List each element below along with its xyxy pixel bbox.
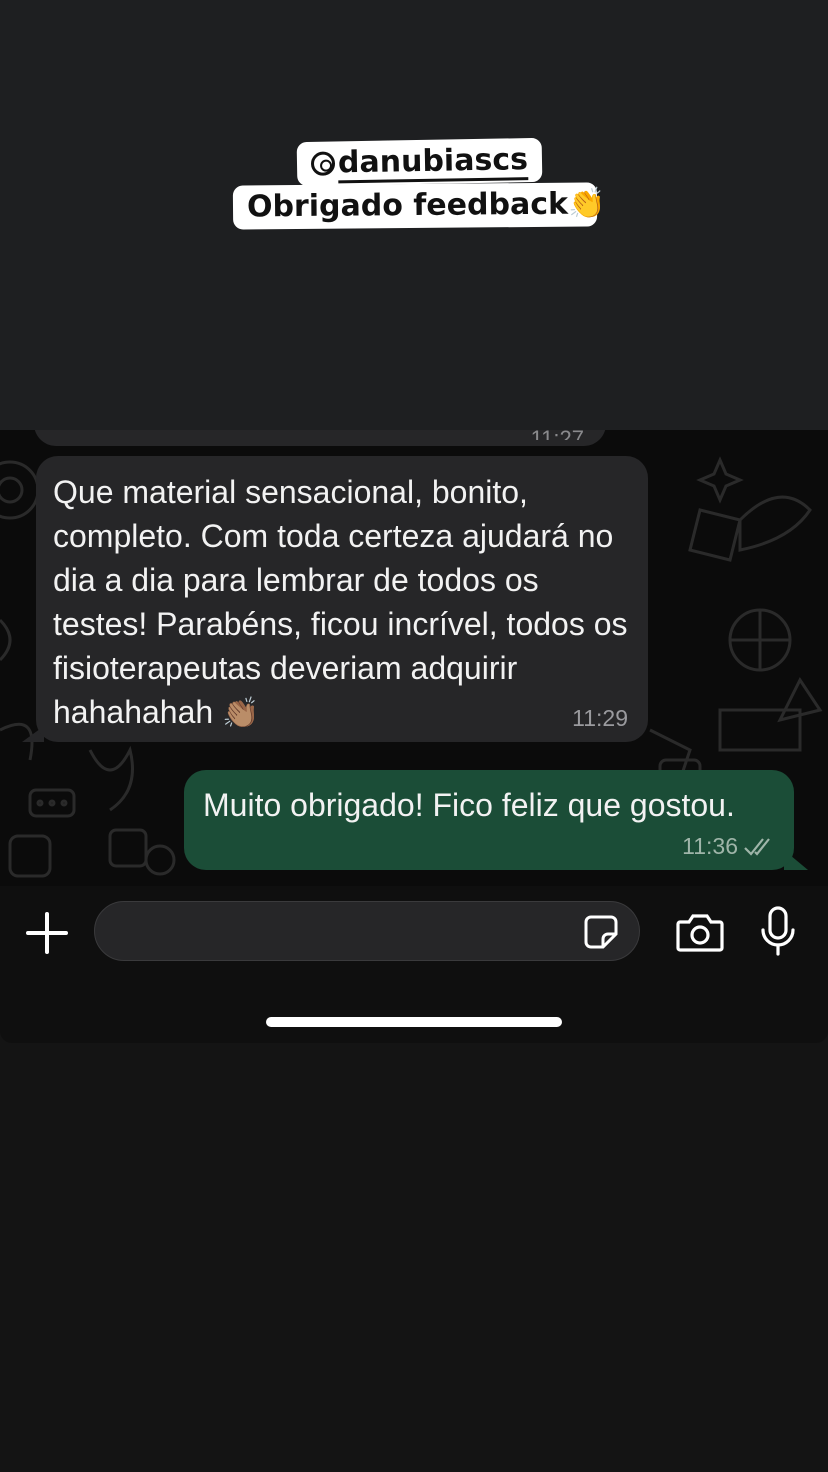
handle-text: danubiascs [337, 142, 529, 184]
double-check-read-icon [744, 837, 770, 856]
message-input-bar [0, 886, 828, 1043]
previous-message-time: 11:27 [531, 430, 584, 440]
message-input[interactable] [94, 901, 640, 961]
previous-message-bubble[interactable]: 11:27 [34, 430, 606, 446]
camera-icon[interactable] [676, 912, 724, 952]
incoming-message-time: 11:29 [572, 705, 628, 731]
microphone-icon[interactable] [760, 906, 796, 956]
sticker-icon[interactable] [583, 914, 619, 950]
handle-sticker: danubiascs [296, 137, 543, 187]
story-top-area: danubiascs Obrigado feedback👏 [0, 0, 828, 430]
chat-area[interactable]: 11:27 Que material sensacional, bonito, … [0, 430, 828, 886]
outgoing-message-time: 11:36 [682, 833, 738, 859]
caption-sticker: danubiascs Obrigado feedback👏 [0, 0, 828, 430]
incoming-message-body: Que material sensacional, bonito, comple… [53, 474, 628, 730]
clapping-hands-emoji-icon: 👏🏽 [222, 697, 260, 730]
outgoing-message-bubble[interactable]: Muito obrigado! Fico feliz que gostou. 1… [184, 770, 794, 870]
caption-line: Obrigado feedback👏 [232, 182, 605, 230]
story-bottom-area [0, 1043, 828, 1472]
caption-text: Obrigado feedback [246, 186, 569, 225]
plus-icon[interactable] [24, 910, 70, 956]
outgoing-message-text: Muito obrigado! Fico feliz que gostou. [203, 787, 735, 823]
clapping-hands-icon: 👏 [567, 186, 606, 222]
home-indicator [266, 1017, 562, 1027]
threads-icon [310, 151, 336, 176]
incoming-message-text: Que material sensacional, bonito, comple… [53, 470, 628, 736]
incoming-message-bubble[interactable]: Que material sensacional, bonito, comple… [36, 456, 648, 742]
outgoing-message-meta: 11:36 [682, 833, 776, 860]
